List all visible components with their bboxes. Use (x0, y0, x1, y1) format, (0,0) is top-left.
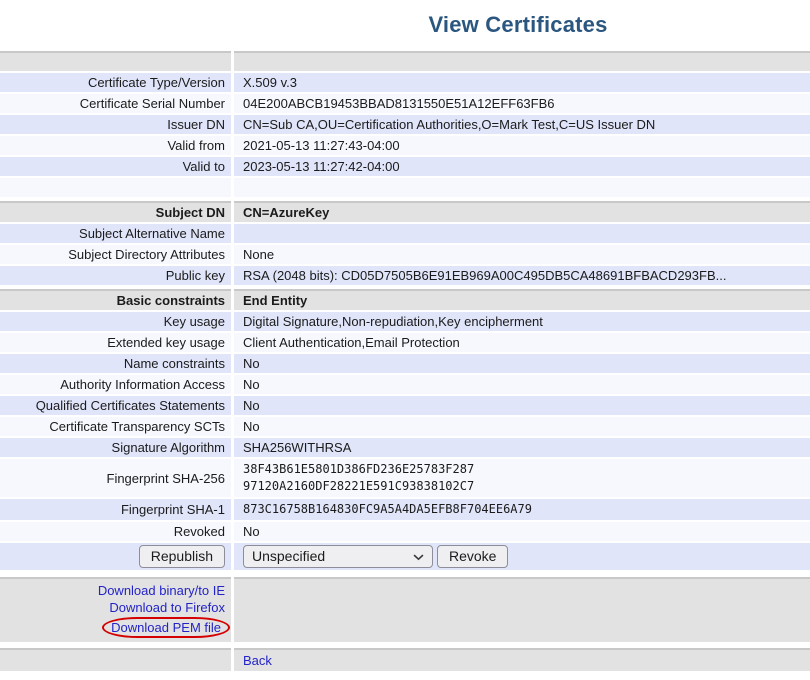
footer-row: Back (0, 648, 810, 671)
page-title: View Certificates (0, 0, 810, 47)
field-value: SHA256WITHRSA (234, 438, 810, 457)
field-value: RSA (2048 bits): CD05D7505B6E91EB969A00C… (234, 266, 810, 285)
actions-row: Republish Unspecified Revoke (0, 543, 810, 570)
field-label: Authority Information Access (0, 375, 231, 394)
table-row: Authority Information AccessNo (0, 375, 810, 394)
table-row: Signature AlgorithmSHA256WITHRSA (0, 438, 810, 457)
field-value: 38F43B61E5801D386FD236E25783F28797120A21… (234, 459, 810, 497)
field-label (0, 178, 231, 197)
field-label: Basic constraints (0, 289, 231, 310)
field-label: Certificate Serial Number (0, 94, 231, 113)
table-row: Fingerprint SHA-25638F43B61E5801D386FD23… (0, 459, 810, 497)
section-header-row: Subject DNCN=AzureKey (0, 201, 810, 222)
field-label: Fingerprint SHA-256 (0, 459, 231, 497)
download-binary-ie-link[interactable]: Download binary/to IE (98, 582, 225, 599)
table-row: Subject Alternative Name (0, 224, 810, 243)
table-row: Key usageDigital Signature,Non-repudiati… (0, 312, 810, 331)
table-row: Certificate Type/VersionX.509 v.3 (0, 73, 810, 92)
field-label: Fingerprint SHA-1 (0, 499, 231, 520)
field-value (234, 178, 810, 197)
red-highlight-annotation: Download PEM file (102, 617, 230, 638)
field-value: CN=AzureKey (234, 201, 810, 222)
table-row: Extended key usageClient Authentication,… (0, 333, 810, 352)
field-value: Client Authentication,Email Protection (234, 333, 810, 352)
revocation-reason-select[interactable]: Unspecified (243, 545, 433, 568)
field-value (234, 224, 810, 243)
field-value: None (234, 245, 810, 264)
field-label: Public key (0, 266, 231, 285)
downloads-section: Download binary/to IE Download to Firefo… (0, 577, 810, 642)
field-label: Signature Algorithm (0, 438, 231, 457)
field-label: Valid from (0, 136, 231, 155)
download-firefox-link[interactable]: Download to Firefox (109, 599, 225, 616)
field-value: Digital Signature,Non-repudiation,Key en… (234, 312, 810, 331)
section-spacer-row (0, 178, 810, 197)
field-label: Subject Directory Attributes (0, 245, 231, 264)
field-label: Issuer DN (0, 115, 231, 134)
field-value: No (234, 354, 810, 373)
table-row: Fingerprint SHA-1873C16758B164830FC9A5A4… (0, 499, 810, 520)
field-label: Extended key usage (0, 333, 231, 352)
table-row: Certificate Transparency SCTsNo (0, 417, 810, 436)
downloads-empty-cell (234, 577, 810, 642)
field-label: Certificate Transparency SCTs (0, 417, 231, 436)
chevron-down-icon (413, 549, 424, 564)
revoke-button[interactable]: Revoke (437, 545, 508, 568)
table-row: RevokedNo (0, 522, 810, 541)
field-value: CN=Sub CA,OU=Certification Authorities,O… (234, 115, 810, 134)
field-value: 2021-05-13 11:27:43-04:00 (234, 136, 810, 155)
field-value: No (234, 417, 810, 436)
field-value: 2023-05-13 11:27:42-04:00 (234, 157, 810, 176)
table-row: Certificate Serial Number04E200ABCB19453… (0, 94, 810, 113)
table-row: Issuer DNCN=Sub CA,OU=Certification Auth… (0, 115, 810, 134)
field-label: Subject Alternative Name (0, 224, 231, 243)
section-header-row: Basic constraintsEnd Entity (0, 289, 810, 310)
field-label: Key usage (0, 312, 231, 331)
table-row: Qualified Certificates StatementsNo (0, 396, 810, 415)
table-row: Valid from2021-05-13 11:27:43-04:00 (0, 136, 810, 155)
certificate-table: Certificate Type/VersionX.509 v.3Certifi… (0, 51, 810, 541)
field-value: X.509 v.3 (234, 73, 810, 92)
download-pem-link[interactable]: Download PEM file (111, 620, 221, 635)
field-label: Qualified Certificates Statements (0, 396, 231, 415)
field-label (0, 51, 231, 71)
field-label: Valid to (0, 157, 231, 176)
table-row: Name constraintsNo (0, 354, 810, 373)
table-row: Valid to2023-05-13 11:27:42-04:00 (0, 157, 810, 176)
table-row: Public keyRSA (2048 bits): CD05D7505B6E9… (0, 266, 810, 285)
table-row: Subject Directory AttributesNone (0, 245, 810, 264)
revocation-reason-selected-value: Unspecified (252, 549, 325, 564)
field-value: 873C16758B164830FC9A5A4DA5EFB8F704EE6A79 (234, 499, 810, 520)
field-label: Subject DN (0, 201, 231, 222)
section-header-row (0, 51, 810, 71)
field-value: 04E200ABCB19453BBAD8131550E51A12EFF63FB6 (234, 94, 810, 113)
field-value (234, 51, 810, 71)
field-label: Name constraints (0, 354, 231, 373)
field-value: No (234, 375, 810, 394)
republish-button[interactable]: Republish (139, 545, 225, 568)
back-link[interactable]: Back (243, 652, 272, 669)
footer-empty-cell (0, 648, 231, 671)
field-value: End Entity (234, 289, 810, 310)
field-label: Certificate Type/Version (0, 73, 231, 92)
field-label: Revoked (0, 522, 231, 541)
field-value: No (234, 522, 810, 541)
field-value: No (234, 396, 810, 415)
